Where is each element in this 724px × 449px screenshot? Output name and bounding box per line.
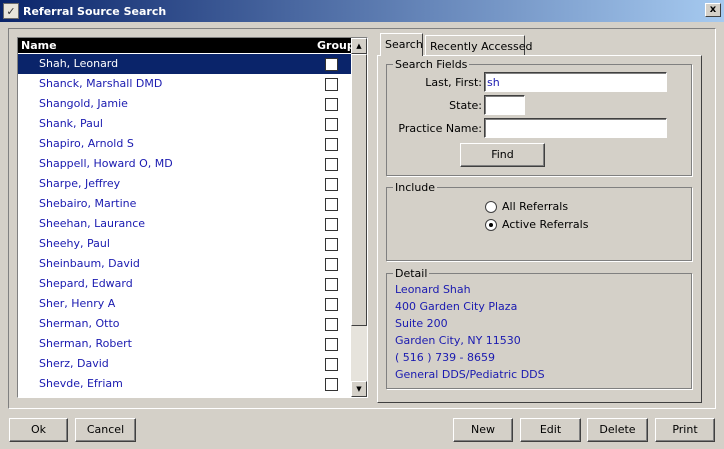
list-item[interactable]: Sharpe, Jeffrey bbox=[18, 174, 351, 194]
referral-name: Shapiro, Arnold S bbox=[39, 137, 134, 150]
list-item[interactable]: Shangold, Jamie bbox=[18, 94, 351, 114]
referral-name: Sharpe, Jeffrey bbox=[39, 177, 121, 190]
referral-name: Sheehan, Laurance bbox=[39, 217, 146, 230]
find-button[interactable]: Find bbox=[460, 143, 545, 167]
referral-name: Shebairo, Martine bbox=[39, 197, 137, 210]
arrow-down-icon[interactable]: ▼ bbox=[351, 381, 367, 397]
scrollbar-thumb[interactable] bbox=[351, 54, 367, 326]
app-icon: ✓ bbox=[3, 3, 19, 19]
print-button[interactable]: Print bbox=[655, 418, 715, 442]
vertical-scrollbar[interactable]: ▲ ▼ bbox=[351, 38, 367, 397]
group-checkbox[interactable] bbox=[325, 58, 338, 71]
group-checkbox[interactable] bbox=[325, 298, 338, 311]
practice-name-input[interactable] bbox=[484, 118, 667, 138]
referral-name: Shevde, Efriam bbox=[39, 377, 123, 390]
referral-list: Name Group Shah, Leonard Shanck, Marshall… bbox=[17, 37, 368, 398]
list-item[interactable]: Shapiro, Arnold S bbox=[18, 134, 351, 154]
list-item[interactable]: Sheehy, Paul bbox=[18, 234, 351, 254]
detail-name: Leonard Shah bbox=[395, 283, 471, 296]
new-button[interactable]: New bbox=[453, 418, 513, 442]
group-checkbox[interactable] bbox=[325, 358, 338, 371]
column-header-group[interactable]: Group bbox=[317, 39, 355, 52]
state-input[interactable] bbox=[484, 95, 525, 115]
referral-name: Sher, Henry A bbox=[39, 297, 116, 310]
list-header: Name Group bbox=[18, 38, 355, 53]
list-rows: Shah, Leonard Shanck, Marshall DMD Shangol… bbox=[18, 54, 351, 394]
referral-name: Shanck, Marshall DMD bbox=[39, 77, 163, 90]
list-item[interactable]: Sher, Henry A bbox=[18, 294, 351, 314]
tab-recently-accessed[interactable]: Recently Accessed bbox=[425, 35, 533, 56]
referral-name: Sherman, Robert bbox=[39, 337, 132, 350]
detail-specialty: General DDS/Pediatric DDS bbox=[395, 368, 545, 381]
list-item[interactable]: Sherman, Robert bbox=[18, 334, 351, 354]
include-legend: Include bbox=[395, 181, 436, 194]
detail-city: Garden City, NY 11530 bbox=[395, 334, 521, 347]
referral-name: Sheinbaum, David bbox=[39, 257, 140, 270]
group-checkbox[interactable] bbox=[325, 278, 338, 291]
referral-name: Sherman, Otto bbox=[39, 317, 120, 330]
list-item[interactable]: Shank, Paul bbox=[18, 114, 351, 134]
radio-all-referrals[interactable]: All Referrals bbox=[485, 200, 568, 213]
radio-all-label: All Referrals bbox=[502, 200, 569, 213]
delete-button[interactable]: Delete bbox=[587, 418, 648, 442]
column-header-name[interactable]: Name bbox=[21, 39, 57, 52]
referral-name: Sherz, David bbox=[39, 357, 109, 370]
radio-active-label: Active Referrals bbox=[502, 218, 589, 231]
list-item[interactable]: Shanck, Marshall DMD bbox=[18, 74, 351, 94]
cancel-button[interactable]: Cancel bbox=[75, 418, 136, 442]
referral-name: Shangold, Jamie bbox=[39, 97, 128, 110]
practice-name-label: Practice Name: bbox=[398, 122, 482, 135]
group-checkbox[interactable] bbox=[325, 238, 338, 251]
edit-button[interactable]: Edit bbox=[520, 418, 581, 442]
list-item[interactable]: Shepard, Edward bbox=[18, 274, 351, 294]
list-item[interactable]: Shebairo, Martine bbox=[18, 194, 351, 214]
list-item[interactable]: Sherz, David bbox=[18, 354, 351, 374]
ok-button[interactable]: Ok bbox=[9, 418, 68, 442]
list-item[interactable]: Sherman, Otto bbox=[18, 314, 351, 334]
referral-name: Shah, Leonard bbox=[39, 57, 119, 70]
group-checkbox[interactable] bbox=[325, 198, 338, 211]
group-checkbox[interactable] bbox=[325, 138, 338, 151]
group-checkbox[interactable] bbox=[325, 78, 338, 91]
last-first-label: Last, First: bbox=[425, 76, 482, 89]
referral-name: Shepard, Edward bbox=[39, 277, 133, 290]
last-first-input[interactable] bbox=[484, 72, 667, 92]
list-item[interactable]: Shah, Leonard bbox=[18, 54, 351, 74]
detail-text: Leonard Shah 400 Garden City Plaza Suite… bbox=[386, 267, 692, 389]
window-title: Referral Source Search bbox=[23, 4, 167, 18]
tab-search[interactable]: Search bbox=[380, 33, 423, 56]
list-item[interactable]: Shevde, Efriam bbox=[18, 374, 351, 394]
group-checkbox[interactable] bbox=[325, 98, 338, 111]
referral-name: Shappell, Howard O, MD bbox=[39, 157, 173, 170]
title-bar: ✓ Referral Source Search x bbox=[0, 0, 724, 22]
detail-suite: Suite 200 bbox=[395, 317, 448, 330]
group-checkbox[interactable] bbox=[325, 338, 338, 351]
group-checkbox[interactable] bbox=[325, 218, 338, 231]
list-item[interactable]: Shappell, Howard O, MD bbox=[18, 154, 351, 174]
list-item[interactable]: Sheehan, Laurance bbox=[18, 214, 351, 234]
group-checkbox[interactable] bbox=[325, 158, 338, 171]
radio-button[interactable] bbox=[485, 218, 497, 231]
group-checkbox[interactable] bbox=[325, 118, 338, 131]
detail-phone: ( 516 ) 739 - 8659 bbox=[395, 351, 496, 364]
search-fields-legend: Search Fields bbox=[395, 58, 468, 71]
arrow-up-icon[interactable]: ▲ bbox=[351, 38, 367, 54]
list-item[interactable]: Sheinbaum, David bbox=[18, 254, 351, 274]
group-checkbox[interactable] bbox=[325, 318, 338, 331]
radio-active-referrals[interactable]: Active Referrals bbox=[485, 218, 588, 231]
radio-button[interactable] bbox=[485, 200, 497, 213]
close-button[interactable]: x bbox=[705, 3, 721, 17]
referral-name: Shank, Paul bbox=[39, 117, 103, 130]
detail-address: 400 Garden City Plaza bbox=[395, 300, 518, 313]
group-checkbox[interactable] bbox=[325, 378, 338, 391]
group-checkbox[interactable] bbox=[325, 178, 338, 191]
group-checkbox[interactable] bbox=[325, 258, 338, 271]
state-label: State: bbox=[449, 99, 482, 112]
referral-name: Sheehy, Paul bbox=[39, 237, 110, 250]
